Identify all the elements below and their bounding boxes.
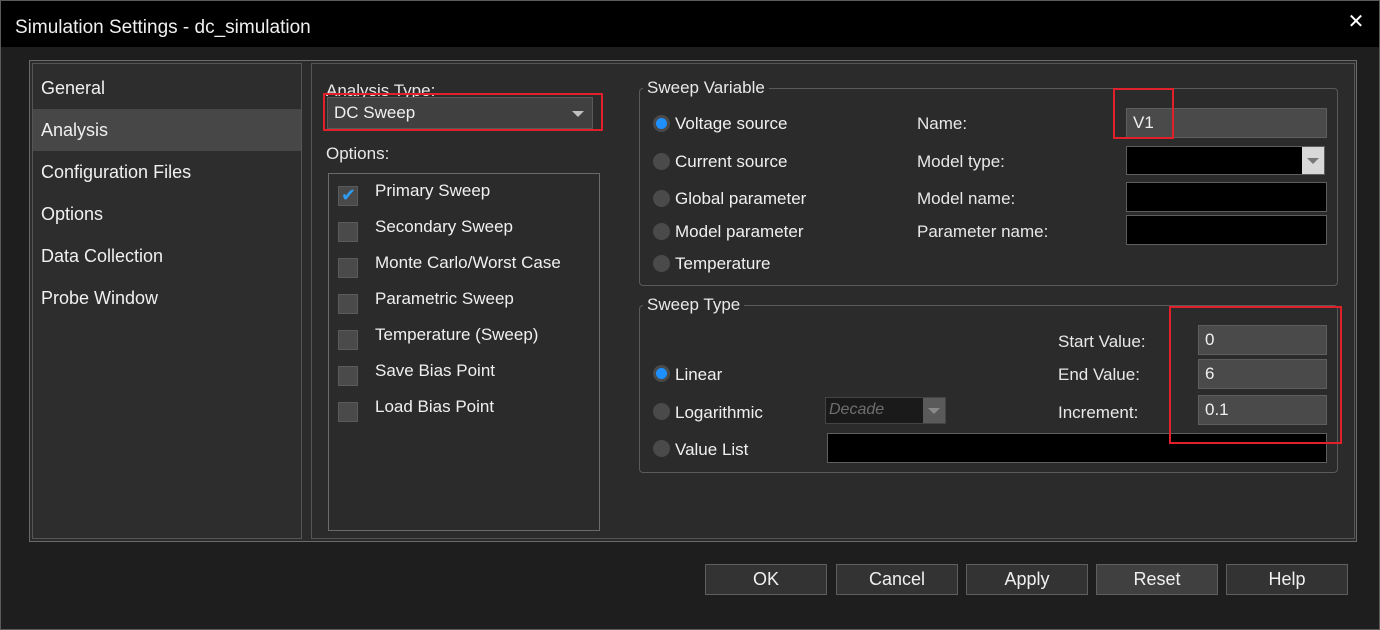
reset-button[interactable]: Reset [1096, 564, 1218, 595]
primary-sweep-checkbox[interactable]: ✔ [338, 185, 358, 206]
nav-item-options[interactable]: Options [33, 193, 301, 235]
current-source-label: Current source [675, 152, 788, 171]
logarithmic-label: Logarithmic [675, 403, 763, 422]
save-bias-point-label: Save Bias Point [375, 361, 496, 380]
name-highlight [1113, 88, 1174, 139]
log-scale-dropdown-button[interactable] [923, 398, 945, 423]
checkmark-icon: ✔ [341, 185, 357, 205]
model-name-input[interactable] [1126, 182, 1327, 212]
options-label: Options: [326, 144, 390, 163]
model-parameter-label: Model parameter [675, 222, 804, 241]
help-button[interactable]: Help [1226, 564, 1348, 595]
nav-item-general[interactable]: General [33, 67, 301, 109]
apply-button[interactable]: Apply [966, 564, 1088, 595]
parameter-name-input[interactable] [1126, 215, 1327, 245]
value-list-radio[interactable] [653, 440, 670, 457]
parametric-sweep-checkbox[interactable] [338, 294, 358, 314]
global-parameter-radio[interactable] [653, 190, 670, 207]
secondary-sweep-checkbox[interactable] [338, 222, 358, 242]
chevron-down-icon [928, 408, 940, 414]
voltage-source-radio[interactable] [653, 115, 670, 132]
chevron-down-icon [1307, 158, 1319, 164]
logarithmic-radio[interactable] [653, 403, 670, 420]
sweep-variable-legend: Sweep Variable [643, 78, 769, 98]
nav-item-configuration-files[interactable]: Configuration Files [33, 151, 301, 193]
temperature-sweep-label: Temperature (Sweep) [375, 325, 539, 344]
save-bias-point-checkbox[interactable] [338, 366, 358, 386]
voltage-source-label: Voltage source [675, 114, 788, 133]
parametric-sweep-label: Parametric Sweep [375, 289, 514, 308]
temperature-label: Temperature [675, 254, 771, 273]
settings-nav: General Analysis Configuration Files Opt… [32, 63, 302, 539]
monte-carlo-checkbox[interactable] [338, 258, 358, 278]
nav-item-probe-window[interactable]: Probe Window [33, 277, 301, 319]
load-bias-point-label: Load Bias Point [375, 397, 495, 416]
load-bias-point-checkbox[interactable] [338, 402, 358, 422]
name-label: Name: [917, 114, 968, 133]
parameter-name-label: Parameter name: [917, 222, 1049, 241]
dialog-window: Simulation Settings - dc_simulation ✕ Ge… [0, 0, 1380, 630]
value-list-label: Value List [675, 440, 749, 459]
increment-label: Increment: [1058, 403, 1139, 422]
window-title: Simulation Settings - dc_simulation [15, 17, 311, 38]
current-source-radio[interactable] [653, 153, 670, 170]
model-type-label: Model type: [917, 152, 1005, 171]
monte-carlo-label: Monte Carlo/Worst Case [375, 253, 561, 272]
nav-item-data-collection[interactable]: Data Collection [33, 235, 301, 277]
linear-radio[interactable] [653, 365, 670, 382]
nav-item-analysis[interactable]: Analysis [33, 109, 301, 151]
model-parameter-radio[interactable] [653, 223, 670, 240]
model-name-label: Model name: [917, 189, 1016, 208]
primary-sweep-label: Primary Sweep [375, 181, 491, 200]
model-type-dropdown[interactable] [1126, 146, 1325, 175]
global-parameter-label: Global parameter [675, 189, 807, 208]
sweep-type-legend: Sweep Type [643, 295, 745, 315]
ok-button[interactable]: OK [705, 564, 827, 595]
close-icon[interactable]: ✕ [1341, 9, 1371, 33]
start-value-label: Start Value: [1058, 332, 1146, 351]
log-scale-value: Decade [829, 401, 885, 418]
temperature-sweep-checkbox[interactable] [338, 330, 358, 350]
model-type-dropdown-button[interactable] [1302, 147, 1324, 174]
linear-label: Linear [675, 365, 723, 384]
title-bar: Simulation Settings - dc_simulation ✕ [1, 1, 1379, 47]
temperature-radio[interactable] [653, 255, 670, 272]
analysis-type-highlight [323, 93, 603, 131]
secondary-sweep-label: Secondary Sweep [375, 217, 513, 236]
cancel-button[interactable]: Cancel [836, 564, 958, 595]
sweep-range-highlight [1169, 306, 1342, 444]
log-scale-dropdown[interactable]: Decade [825, 397, 946, 424]
end-value-label: End Value: [1058, 365, 1140, 384]
